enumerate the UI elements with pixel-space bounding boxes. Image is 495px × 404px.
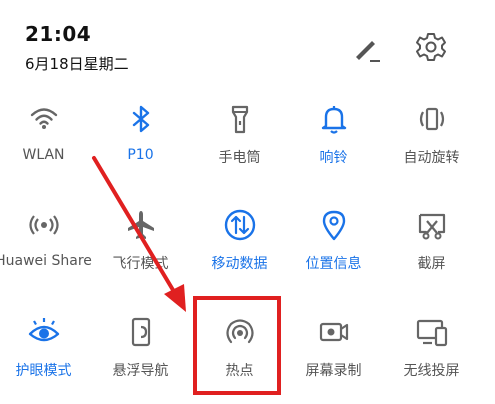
annotation-arrow-icon xyxy=(92,156,186,312)
